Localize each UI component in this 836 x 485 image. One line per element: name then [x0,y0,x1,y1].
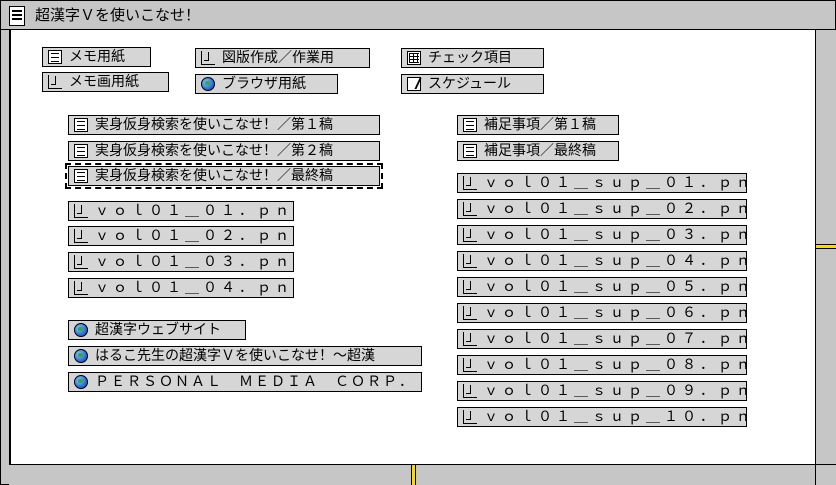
vobj-left-doc-selected[interactable]: 実身仮身検索を使いこなせ！／最終稿 [65,163,383,189]
vobj-right-doc[interactable]: 補足事項／最終稿 [457,141,619,161]
vobj-check-items[interactable]: チェック項目 [401,48,544,68]
vobj-right-image[interactable]: ｖｏｌ０１＿ｓｕｐ＿０６．ｐｎｇ [457,303,747,323]
figure-icon [463,176,477,190]
figure-icon [74,255,88,269]
vertical-scrollbar[interactable] [815,30,836,464]
globe-icon [201,77,215,91]
vobj-right-image[interactable]: ｖｏｌ０１＿ｓｕｐ＿０４．ｐｎｇ [457,251,747,271]
vobj-right-image[interactable]: ｖｏｌ０１＿ｓｕｐ＿１０．ｐｎｇ [457,407,747,427]
document-icon [48,50,62,64]
vobj-right-image[interactable]: ｖｏｌ０１＿ｓｕｐ＿０８．ｐｎｇ [457,355,747,375]
vobj-right-image[interactable]: ｖｏｌ０１＿ｓｕｐ＿０７．ｐｎｇ [457,329,747,349]
vobj-right-image[interactable]: ｖｏｌ０１＿ｓｕｐ＿０１．ｐｎｇ [457,173,747,193]
vobj-left-image[interactable]: ｖｏｌ０１＿０３．ｐｎｇ [68,252,294,272]
figure-icon [463,306,477,320]
vobj-figure-workspace[interactable]: 図版作成／作業用 [195,48,370,68]
figure-icon [74,204,88,218]
vobj-memo-figure-paper[interactable]: メモ画用紙 [42,72,169,92]
vobj-right-image[interactable]: ｖｏｌ０１＿ｓｕｐ＿０２．ｐｎｇ [457,199,747,219]
window-title: 超漢字Ｖを使いこなせ！ [35,6,201,24]
figure-icon [463,332,477,346]
vertical-scroll-thumb[interactable] [816,244,836,249]
vobj-right-image[interactable]: ｖｏｌ０１＿ｓｕｐ＿０９．ｐｎｇ [457,381,747,401]
vobj-left-doc[interactable]: 実身仮身検索を使いこなせ！／第１稿 [68,115,380,135]
vobj-memo-paper[interactable]: メモ用紙 [42,47,151,67]
document-icon [74,118,88,132]
document-icon [463,144,477,158]
title-bar[interactable]: 超漢字Ｖを使いこなせ！ [1,1,835,30]
vobj-left-link[interactable]: 超漢字ウェブサイト [68,320,246,340]
vobj-left-image[interactable]: ｖｏｌ０１＿０４．ｐｎｇ [68,278,294,298]
vobj-left-doc[interactable]: 実身仮身検索を使いこなせ！／第２稿 [68,141,380,161]
vobj-left-link[interactable]: ＰＥＲＳＯＮＡＬ ＭＥＤＩＡ ＣＯＲＰ． [68,372,422,392]
table-icon [407,51,421,65]
document-icon [74,169,88,183]
document-icon [463,118,477,132]
document-icon [74,144,88,158]
figure-icon [463,254,477,268]
figure-icon [463,384,477,398]
main-window: 超漢字Ｖを使いこなせ！ メモ用紙 メモ画用紙 図版作成／作業用 ブラウザ用紙 チ… [0,0,836,485]
schedule-icon [407,77,421,91]
figure-icon [74,281,88,295]
horizontal-scroll-thumb[interactable] [411,465,416,485]
figure-icon [201,51,215,65]
resize-corner[interactable] [815,464,836,485]
globe-icon [74,323,88,337]
figure-icon [463,228,477,242]
horizontal-scrollbar[interactable] [9,464,815,485]
vobj-left-link[interactable]: はるこ先生の超漢字Ｖを使いこなせ！～超漢 [68,346,422,366]
figure-icon [463,410,477,424]
vobj-right-image[interactable]: ｖｏｌ０１＿ｓｕｐ＿０５．ｐｎｇ [457,277,747,297]
figure-icon [48,75,62,89]
virtual-object-area: メモ用紙 メモ画用紙 図版作成／作業用 ブラウザ用紙 チェック項目 スケジュール… [9,30,815,464]
figure-icon [463,358,477,372]
vobj-left-image[interactable]: ｖｏｌ０１＿０２．ｐｎｇ [68,226,294,246]
globe-icon [74,375,88,389]
figure-icon [463,202,477,216]
vobj-right-image[interactable]: ｖｏｌ０１＿ｓｕｐ＿０３．ｐｎｇ [457,225,747,245]
vobj-schedule[interactable]: スケジュール [401,74,544,94]
figure-icon [74,229,88,243]
globe-icon [74,349,88,363]
vobj-left-image[interactable]: ｖｏｌ０１＿０１．ｐｎｇ [68,201,294,221]
vobj-browser-paper[interactable]: ブラウザ用紙 [195,74,338,94]
vobj-right-doc[interactable]: 補足事項／第１稿 [457,115,619,135]
figure-icon [463,280,477,294]
window-menu-icon[interactable] [9,6,25,26]
